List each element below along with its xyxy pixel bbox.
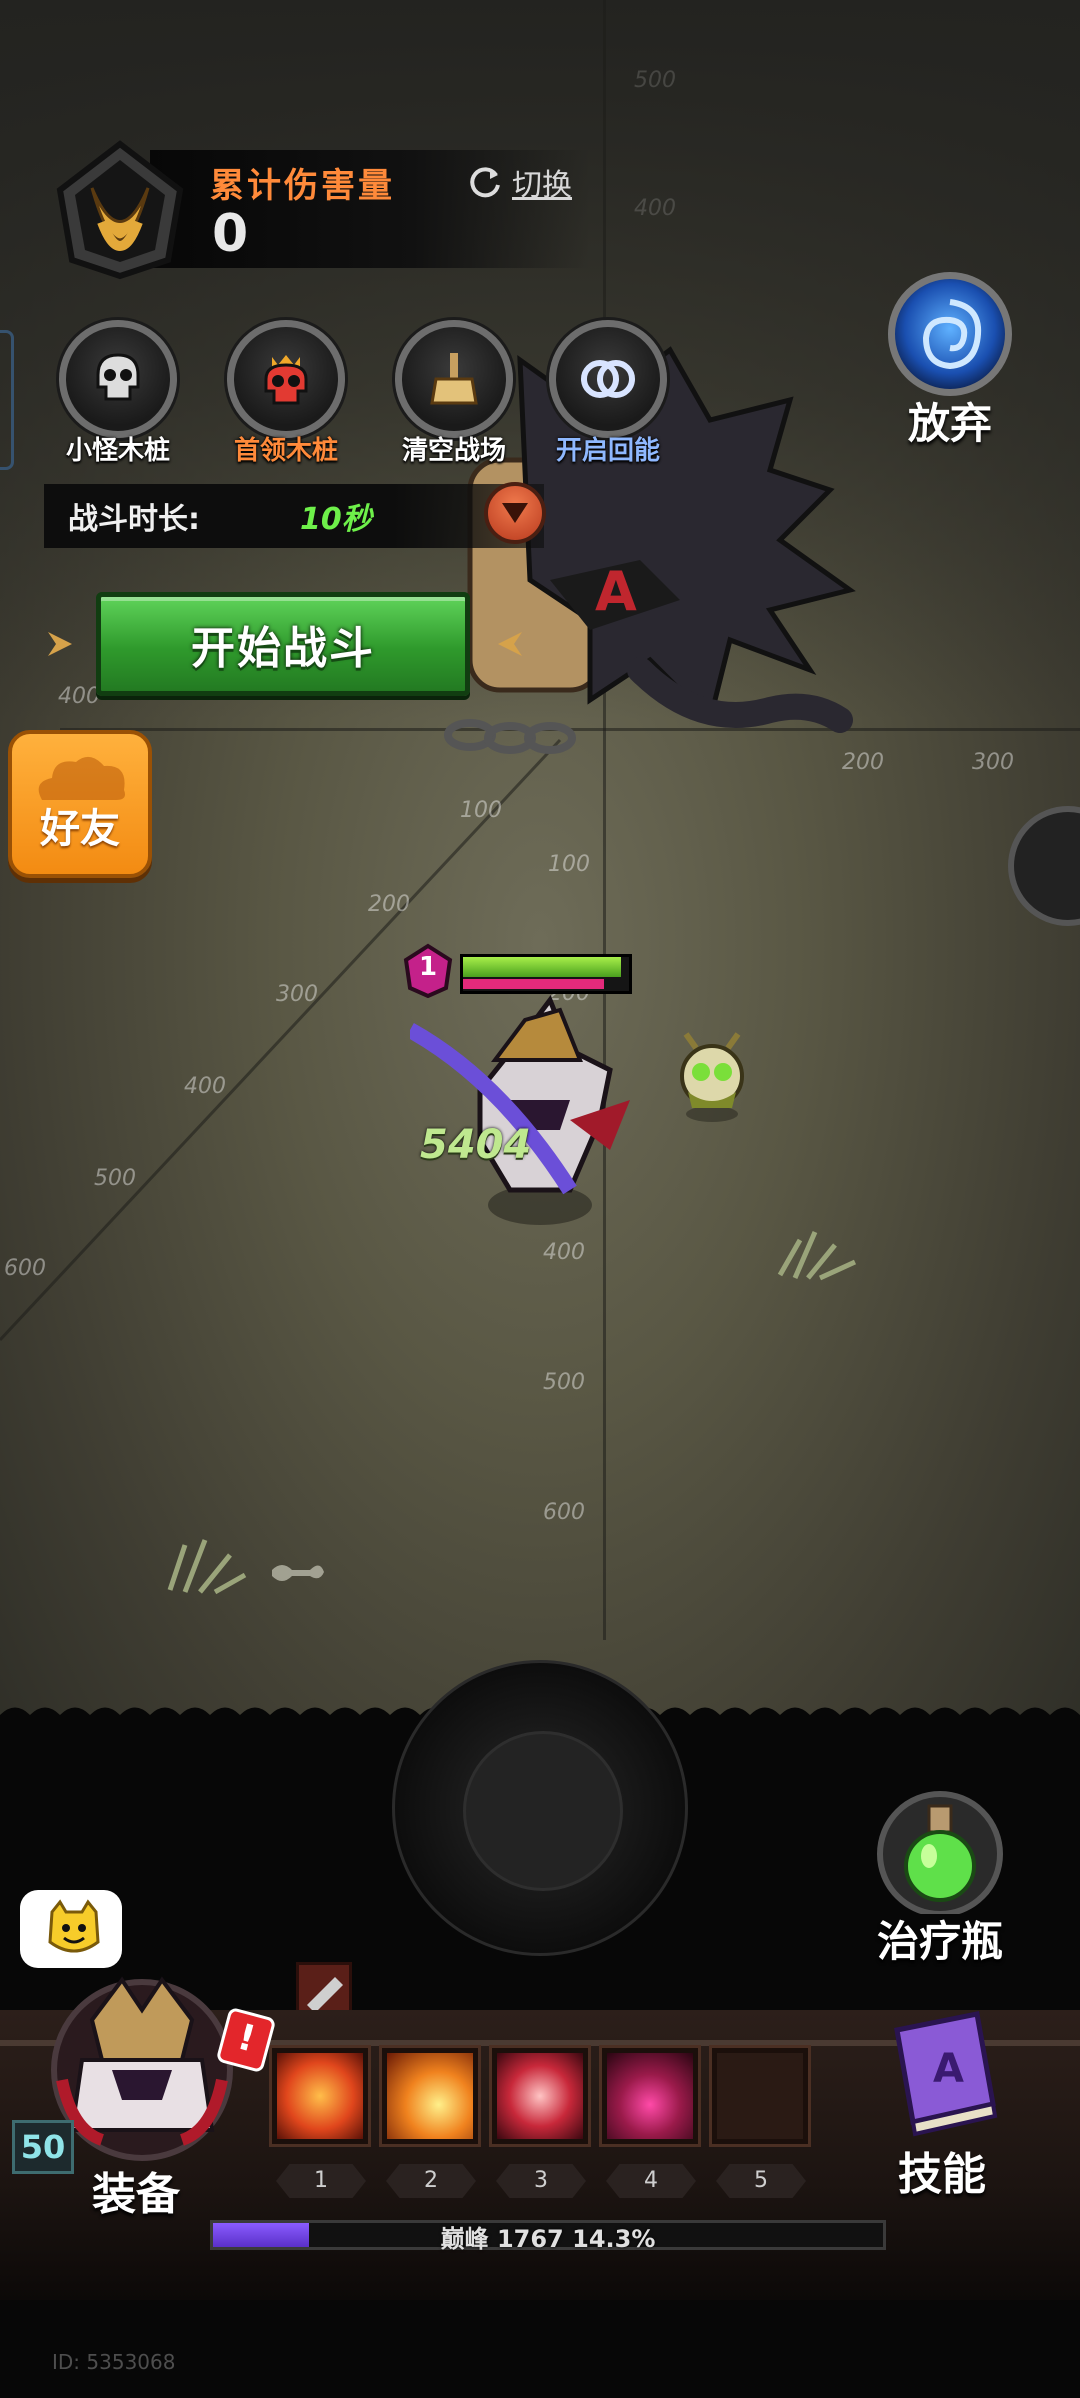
potion-label: 治疗瓶 <box>876 1917 1003 1966</box>
player-hp-fill <box>463 957 621 977</box>
damage-title: 累计伤害量 <box>210 166 395 206</box>
slot-number: 1 <box>276 2164 366 2198</box>
slot-number: 4 <box>606 2164 696 2198</box>
give-up-label: 放弃 <box>907 399 992 448</box>
healing-potion-button[interactable]: 治疗瓶 <box>860 1784 1020 1969</box>
xp-text: 巅峰 1767 14.3% <box>440 2225 656 2253</box>
control-ring <box>59 320 177 438</box>
control-label: 小怪木桩 <box>65 436 170 466</box>
chat-emoji-button[interactable] <box>20 1890 122 1968</box>
control-label: 开启回能 <box>555 436 660 466</box>
bone <box>272 1565 324 1581</box>
spellbook-icon: A <box>894 2011 998 2137</box>
control-ring <box>549 320 667 438</box>
tick-d-100: 100 <box>460 798 502 823</box>
equipment-button[interactable]: 装备 <box>42 1960 262 2220</box>
joystick[interactable] <box>392 1660 688 1956</box>
start-battle-label: 开始战斗 <box>191 623 375 674</box>
floating-damage-number: 5404 <box>420 1122 532 1168</box>
skills-label: 技能 <box>898 2149 986 2200</box>
friends-button[interactable]: 好友 <box>8 730 152 878</box>
damage-emblem-icon <box>56 140 184 280</box>
skill-slot-1[interactable] <box>272 2048 368 2144</box>
boss-dummy-button[interactable]: 首领木桩 <box>216 320 356 467</box>
joystick-knob[interactable] <box>463 1731 623 1891</box>
tick-d-400: 400 <box>184 1074 226 1099</box>
skill-slot-2[interactable] <box>382 2048 478 2144</box>
switch-button[interactable]: 切换 <box>466 160 572 204</box>
user-id: ID: 5353068 <box>52 2350 176 2374</box>
equipment-label: 装备 <box>92 2169 180 2220</box>
tick-v-600: 600 <box>543 1500 585 1525</box>
svg-text:A: A <box>595 560 637 623</box>
broom-icon <box>430 353 478 405</box>
skill-slot-3[interactable] <box>492 2048 588 2144</box>
tick-d-200: 200 <box>368 892 410 917</box>
player-mana-fill <box>463 979 605 989</box>
red-skull-crown-icon <box>264 355 308 405</box>
tick-h-300: 300 <box>972 750 1014 775</box>
energy-regen-button[interactable]: 开启回能 <box>538 320 678 467</box>
demon-icon <box>607 2053 693 2139</box>
tick-d-500: 500 <box>94 1166 136 1191</box>
fireball-icon <box>387 2053 473 2139</box>
tick-upper-400: 400 <box>634 196 676 221</box>
control-ring <box>395 320 513 438</box>
tick-d-300: 300 <box>276 982 318 1007</box>
skill-slot-5[interactable] <box>712 2048 808 2144</box>
fire-orb-icon <box>277 2053 363 2139</box>
damage-panel: 累计伤害量 0 切换 <box>40 140 600 280</box>
skull-icon <box>96 353 140 401</box>
potion-icon <box>877 1791 1003 1917</box>
smiley-icon <box>48 1899 100 1953</box>
battle-duration-selector[interactable]: 战斗时长: 10秒 <box>44 484 544 548</box>
arrow-right-icon <box>48 632 72 656</box>
damage-value: 0 <box>212 204 249 264</box>
refresh-icon <box>470 167 500 198</box>
tick-v-400: 400 <box>543 1240 585 1265</box>
grass-tuft <box>167 1231 857 1595</box>
slot-number: 5 <box>716 2164 806 2198</box>
skill-slot-4[interactable] <box>602 2048 698 2144</box>
slash-icon <box>497 2053 583 2139</box>
tick-d-600: 600 <box>4 1256 46 1281</box>
cannon-icon <box>307 1977 343 2013</box>
control-label: 清空战场 <box>401 436 506 466</box>
give-up-button[interactable]: 放弃 <box>880 272 1020 451</box>
monster-training-dummy[interactable] <box>672 1024 752 1124</box>
slot-number: 3 <box>496 2164 586 2198</box>
start-battle-button[interactable]: 开始战斗 <box>96 592 470 696</box>
player-hp-bar <box>460 954 632 994</box>
player-character <box>410 994 630 1225</box>
player-level: 1 <box>418 952 438 982</box>
duration-dropdown-button[interactable] <box>484 482 546 544</box>
slot-number: 2 <box>386 2164 476 2198</box>
clear-battlefield-button[interactable]: 清空战场 <box>384 320 524 467</box>
duration-value: 10秒 <box>300 502 372 537</box>
switch-label: 切换 <box>512 168 572 203</box>
xp-bar: 巅峰 1767 14.3% <box>210 2220 886 2253</box>
tick-h-400: 400 <box>58 684 100 709</box>
control-ring <box>227 320 345 438</box>
control-label: 首领木桩 <box>233 436 338 466</box>
portal-icon <box>922 299 982 370</box>
friends-label: 好友 <box>40 806 120 852</box>
empty-slot <box>717 2053 803 2139</box>
arrow-left-icon <box>498 632 522 656</box>
tick-upper-500: 500 <box>634 68 676 93</box>
monster-dummy-button[interactable]: 小怪木桩 <box>48 320 188 467</box>
rings-icon <box>581 360 635 398</box>
svg-text:A: A <box>933 2046 964 2092</box>
tick-v-100: 100 <box>548 852 590 877</box>
skills-button[interactable]: A 技能 <box>862 2000 1022 2202</box>
tick-v-500: 500 <box>543 1370 585 1395</box>
chevron-down-icon <box>502 503 528 523</box>
hero-level: 50 <box>12 2120 74 2174</box>
portal-ring <box>888 272 1012 396</box>
left-edge-handle[interactable] <box>0 330 14 470</box>
duration-label: 战斗时长: <box>68 502 200 537</box>
